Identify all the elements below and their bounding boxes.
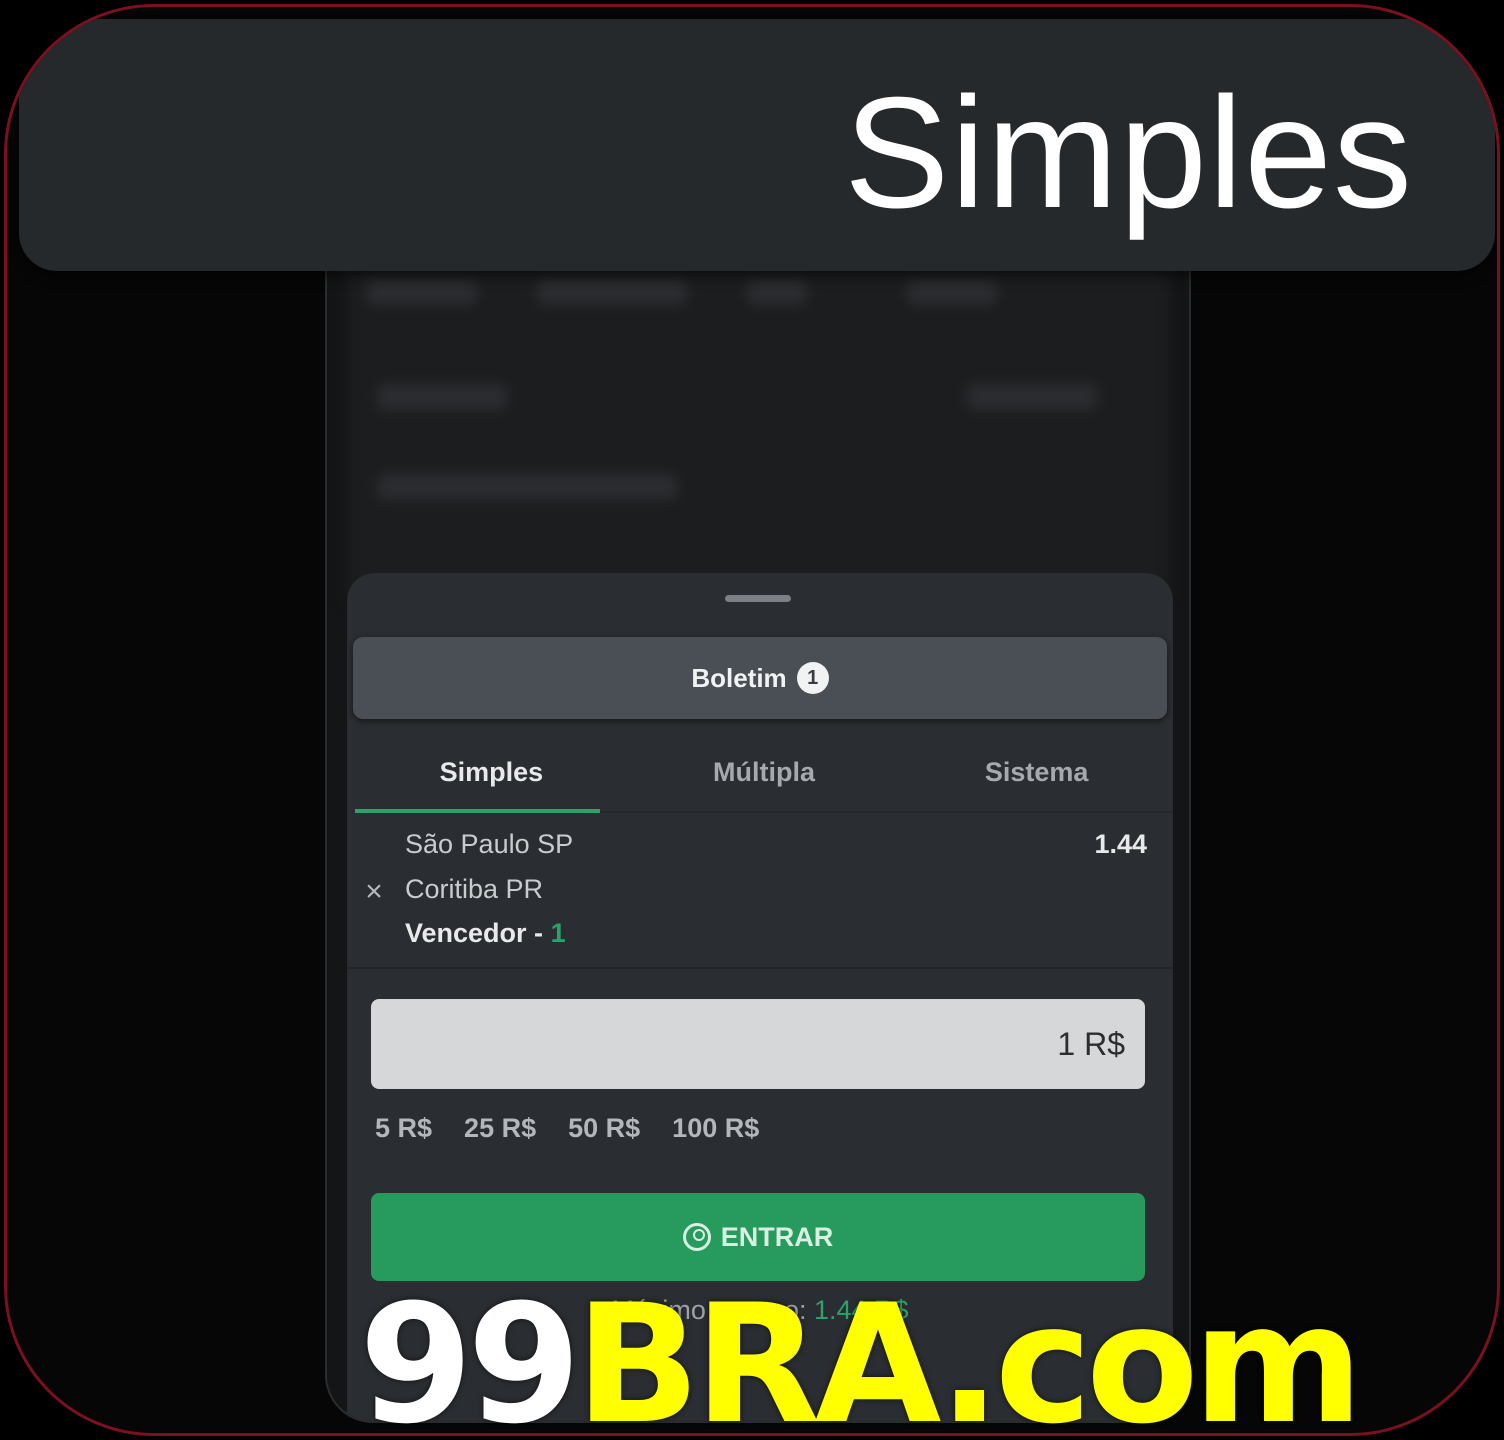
quick-stake-buttons: 5 R$ 25 R$ 50 R$ 100 R$: [375, 1113, 759, 1144]
title-banner: Simples: [19, 19, 1495, 271]
user-circle-icon: [682, 1223, 711, 1251]
stake-input[interactable]: 1 R$: [371, 999, 1145, 1089]
drag-handle[interactable]: [725, 595, 791, 602]
enter-label: ENTRAR: [720, 1221, 834, 1252]
close-icon[interactable]: ×: [359, 877, 389, 907]
image-frame: Boletim 1 Simples Múltipla Sistema × São…: [4, 4, 1500, 1436]
stake-value: 1 R$: [1057, 1025, 1125, 1062]
brand-part-1: 99: [359, 1269, 581, 1436]
quick-stake-100[interactable]: 100 R$: [672, 1113, 759, 1144]
bet-selection: × São Paulo SP Coritiba PR Vencedor - 1 …: [347, 815, 1173, 969]
boletim-label: Boletim: [691, 662, 787, 693]
quick-stake-50[interactable]: 50 R$: [568, 1113, 640, 1144]
quick-stake-5[interactable]: 5 R$: [375, 1113, 432, 1144]
tab-sistema[interactable]: Sistema: [900, 733, 1173, 811]
market-label: Vencedor -: [405, 918, 544, 948]
brand-logo: 99BRA.com: [359, 1269, 1364, 1436]
selection-value: 1: [550, 918, 566, 948]
enter-button[interactable]: ENTRAR: [371, 1193, 1145, 1281]
bet-type-tabs: Simples Múltipla Sistema: [355, 733, 1173, 813]
boletim-count-badge: 1: [796, 662, 829, 694]
market-line: Vencedor - 1: [405, 918, 566, 949]
team-away: Coritiba PR: [405, 874, 544, 904]
page-title: Simples: [844, 65, 1413, 241]
odd-value: 1.44: [1094, 829, 1147, 859]
phone-mockup: Boletim 1 Simples Múltipla Sistema × São…: [325, 127, 1191, 1423]
boletim-header[interactable]: Boletim 1: [353, 637, 1167, 719]
tab-multipla[interactable]: Múltipla: [628, 733, 901, 811]
brand-part-2: BRA.com: [575, 1269, 1363, 1436]
tab-simples[interactable]: Simples: [355, 733, 628, 813]
quick-stake-25[interactable]: 25 R$: [464, 1113, 536, 1144]
team-home: São Paulo SP: [405, 829, 574, 859]
